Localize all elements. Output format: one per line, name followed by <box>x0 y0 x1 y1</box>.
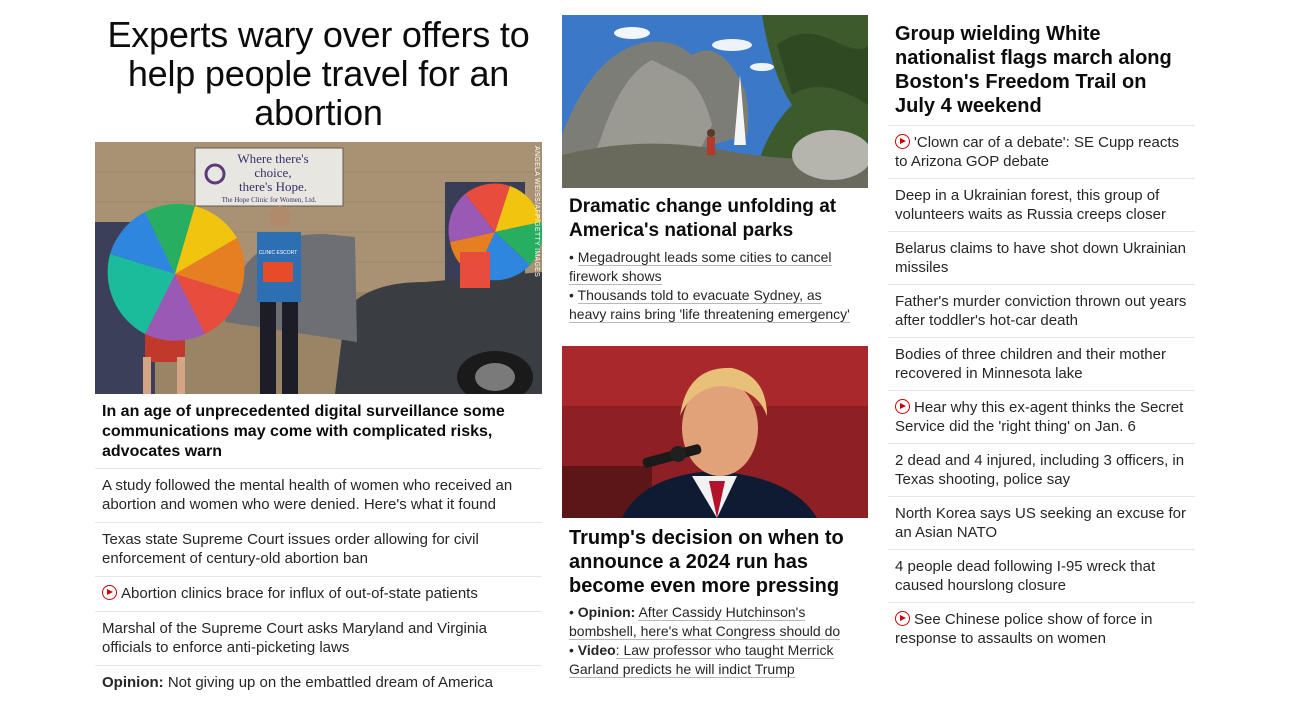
yosemite-photo <box>562 15 868 188</box>
right-story-list: 'Clown car of a debate': SE Cupp reacts … <box>888 125 1195 655</box>
video-play-icon <box>895 399 910 414</box>
hero-image[interactable]: Where there's choice, there's Hope. The … <box>95 142 542 394</box>
list-item[interactable]: Father's murder conviction thrown out ye… <box>888 284 1195 337</box>
opinion-label: Opinion: <box>102 674 164 691</box>
list-item-text: Father's murder conviction thrown out ye… <box>895 293 1187 329</box>
bullet-text: Megadrought leads some cities to cancel … <box>569 249 832 285</box>
bullet-text: Thousands told to evacuate Sydney, as he… <box>569 287 850 323</box>
sign-text: Where there's <box>237 151 308 166</box>
national-park-image[interactable] <box>562 15 868 188</box>
sign-text: choice, <box>254 165 291 180</box>
national-parks-bullets: • Megadrought leads some cities to cance… <box>569 248 861 324</box>
list-item-text: 2 dead and 4 injured, including 3 office… <box>895 452 1185 488</box>
list-item-text: Not giving up on the embattled dream of … <box>163 674 494 691</box>
list-item[interactable]: North Korea says US seeking an excuse fo… <box>888 496 1195 549</box>
list-item-text: Marshal of the Supreme Court asks Maryla… <box>102 620 487 656</box>
clinic-escorts-photo: Where there's choice, there's Hope. The … <box>95 142 542 394</box>
boston-headline-link[interactable]: Group wielding White nationalist flags m… <box>895 22 1191 118</box>
hero-headline-link[interactable]: Experts wary over offers to help people … <box>95 0 542 132</box>
left-subheadline-link[interactable]: In an age of unprecedented digital surve… <box>102 402 532 462</box>
list-item[interactable]: See Chinese police show of force in resp… <box>888 602 1195 655</box>
list-item-text: Deep in a Ukrainian forest, this group o… <box>895 187 1166 223</box>
video-play-icon <box>895 611 910 626</box>
vest-text: CLINIC ESCORT <box>259 250 298 256</box>
sign-text: there's Hope. <box>239 179 307 194</box>
list-item[interactable]: Hear why this ex-agent thinks the Secret… <box>888 390 1195 443</box>
list-item[interactable]: Deep in a Ukrainian forest, this group o… <box>888 178 1195 231</box>
trump-bullets: • Opinion: After Cassidy Hutchinson's bo… <box>569 603 861 679</box>
bullet-link[interactable]: • Opinion: After Cassidy Hutchinson's bo… <box>569 603 861 641</box>
trump-photo <box>562 346 868 518</box>
list-item[interactable]: Texas state Supreme Court issues order a… <box>95 522 542 576</box>
list-item[interactable]: 4 people dead following I-95 wreck that … <box>888 549 1195 602</box>
list-item-text: Belarus claims to have shot down Ukraini… <box>895 240 1186 276</box>
list-item[interactable]: 2 dead and 4 injured, including 3 office… <box>888 443 1195 496</box>
bullet-link[interactable]: • Thousands told to evacuate Sydney, as … <box>569 286 861 324</box>
image-credit: ANGELA WEISS/AFP/GETTY IMAGES <box>533 146 540 278</box>
video-label: Video <box>577 642 616 658</box>
list-item-text: Abortion clinics brace for influx of out… <box>121 585 478 602</box>
national-parks-headline-link[interactable]: Dramatic change unfolding at America's n… <box>569 195 865 243</box>
list-item[interactable]: A study followed the mental health of wo… <box>95 468 542 522</box>
left-column: Experts wary over offers to help people … <box>95 0 542 691</box>
trump-headline-link[interactable]: Trump's decision on when to announce a 2… <box>569 526 865 598</box>
video-play-icon <box>895 134 910 149</box>
list-item-text: Bodies of three children and their mothe… <box>895 346 1166 382</box>
list-item[interactable]: Opinion: Not giving up on the embattled … <box>95 665 542 700</box>
list-item-text: See Chinese police show of force in resp… <box>895 611 1153 647</box>
list-item-text: A study followed the mental health of wo… <box>102 477 513 513</box>
list-item-text: 'Clown car of a debate': SE Cupp reacts … <box>895 134 1180 170</box>
trump-image[interactable] <box>562 346 868 518</box>
list-item[interactable]: Marshal of the Supreme Court asks Maryla… <box>95 611 542 665</box>
opinion-label: Opinion: <box>577 604 636 620</box>
list-item[interactable]: Abortion clinics brace for influx of out… <box>95 576 542 611</box>
list-item-text: Hear why this ex-agent thinks the Secret… <box>895 399 1184 435</box>
left-story-list: A study followed the mental health of wo… <box>95 468 542 700</box>
sign-text: The Hope Clinic for Women, Ltd. <box>222 196 317 204</box>
bullet-link[interactable]: • Video: Law professor who taught Merric… <box>569 641 861 679</box>
list-item-text: Texas state Supreme Court issues order a… <box>102 531 479 567</box>
list-item[interactable]: Belarus claims to have shot down Ukraini… <box>888 231 1195 284</box>
bullet-link[interactable]: • Megadrought leads some cities to cance… <box>569 248 861 286</box>
list-item-text: North Korea says US seeking an excuse fo… <box>895 505 1186 541</box>
list-item-text: 4 people dead following I-95 wreck that … <box>895 558 1156 594</box>
video-play-icon <box>102 585 117 600</box>
list-item[interactable]: Bodies of three children and their mothe… <box>888 337 1195 390</box>
list-item[interactable]: 'Clown car of a debate': SE Cupp reacts … <box>888 125 1195 178</box>
